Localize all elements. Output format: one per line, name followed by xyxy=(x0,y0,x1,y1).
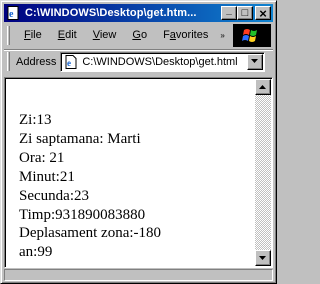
minimize-icon: _ xyxy=(226,5,232,16)
scroll-down-arrow-icon xyxy=(259,255,266,260)
content-frame: Zi:13 Zi saptamana: Marti Ora: 21 Minut:… xyxy=(4,77,273,268)
chevron-down-icon xyxy=(251,59,259,63)
maximize-button[interactable]: □ xyxy=(237,6,253,20)
status-pane-main xyxy=(4,269,273,281)
line-an: an:99 xyxy=(19,244,53,261)
menu-bar: File Edit View Go Favorites » xyxy=(4,24,273,47)
address-dropdown-button[interactable] xyxy=(247,53,264,70)
menu-go[interactable]: Go xyxy=(124,27,155,44)
svg-text:e: e xyxy=(9,9,14,20)
toolbar-grip[interactable] xyxy=(7,26,10,45)
menu-favorites[interactable]: Favorites xyxy=(155,27,216,44)
browser-window: e C:\WINDOWS\Desktop\get.htm... _ □ × Fi… xyxy=(0,0,277,284)
address-bar: Address e C:\WINDOWS\Desktop\get.html xyxy=(4,49,273,73)
page-content: Zi:13 Zi saptamana: Marti Ora: 21 Minut:… xyxy=(7,80,256,265)
svg-text:e: e xyxy=(67,58,71,68)
menu-edit[interactable]: Edit xyxy=(50,27,85,44)
address-label: Address xyxy=(16,55,57,68)
minimize-button[interactable]: _ xyxy=(221,6,237,20)
close-button[interactable]: × xyxy=(255,6,271,20)
scroll-up-button[interactable] xyxy=(255,79,271,95)
menu-view[interactable]: View xyxy=(85,27,125,44)
address-input[interactable]: e C:\WINDOWS\Desktop\get.html xyxy=(60,51,266,72)
html-page-icon: e xyxy=(63,54,79,70)
window-title: C:\WINDOWS\Desktop\get.htm... xyxy=(25,7,197,19)
scroll-up-arrow-icon xyxy=(259,84,266,89)
maximize-icon: □ xyxy=(241,6,249,19)
line-deplasament-zona: Deplasament zona:-180 xyxy=(19,225,162,242)
address-grip[interactable] xyxy=(7,52,10,71)
line-ora: Ora: 21 xyxy=(19,149,65,166)
menu-file[interactable]: File xyxy=(16,27,50,44)
status-bar xyxy=(4,269,273,281)
title-buttons: _ □ × xyxy=(221,6,271,20)
menu-more-chevron-icon[interactable]: » xyxy=(220,31,224,40)
vertical-scrollbar[interactable] xyxy=(255,79,271,266)
ie-page-icon[interactable]: e xyxy=(6,5,22,21)
scroll-down-button[interactable] xyxy=(255,250,271,266)
close-icon: × xyxy=(259,5,267,21)
title-bar[interactable]: e C:\WINDOWS\Desktop\get.htm... _ □ × xyxy=(4,4,273,22)
line-zi-saptamana: Zi saptamana: Marti xyxy=(19,130,141,147)
line-minut: Minut:21 xyxy=(19,168,75,185)
address-value[interactable]: C:\WINDOWS\Desktop\get.html xyxy=(82,56,248,68)
line-timp: Timp:931890083880 xyxy=(19,206,146,223)
line-zi: Zi:13 xyxy=(19,112,52,128)
line-secunda: Secunda:23 xyxy=(19,187,89,204)
windows-logo-icon xyxy=(233,24,271,47)
